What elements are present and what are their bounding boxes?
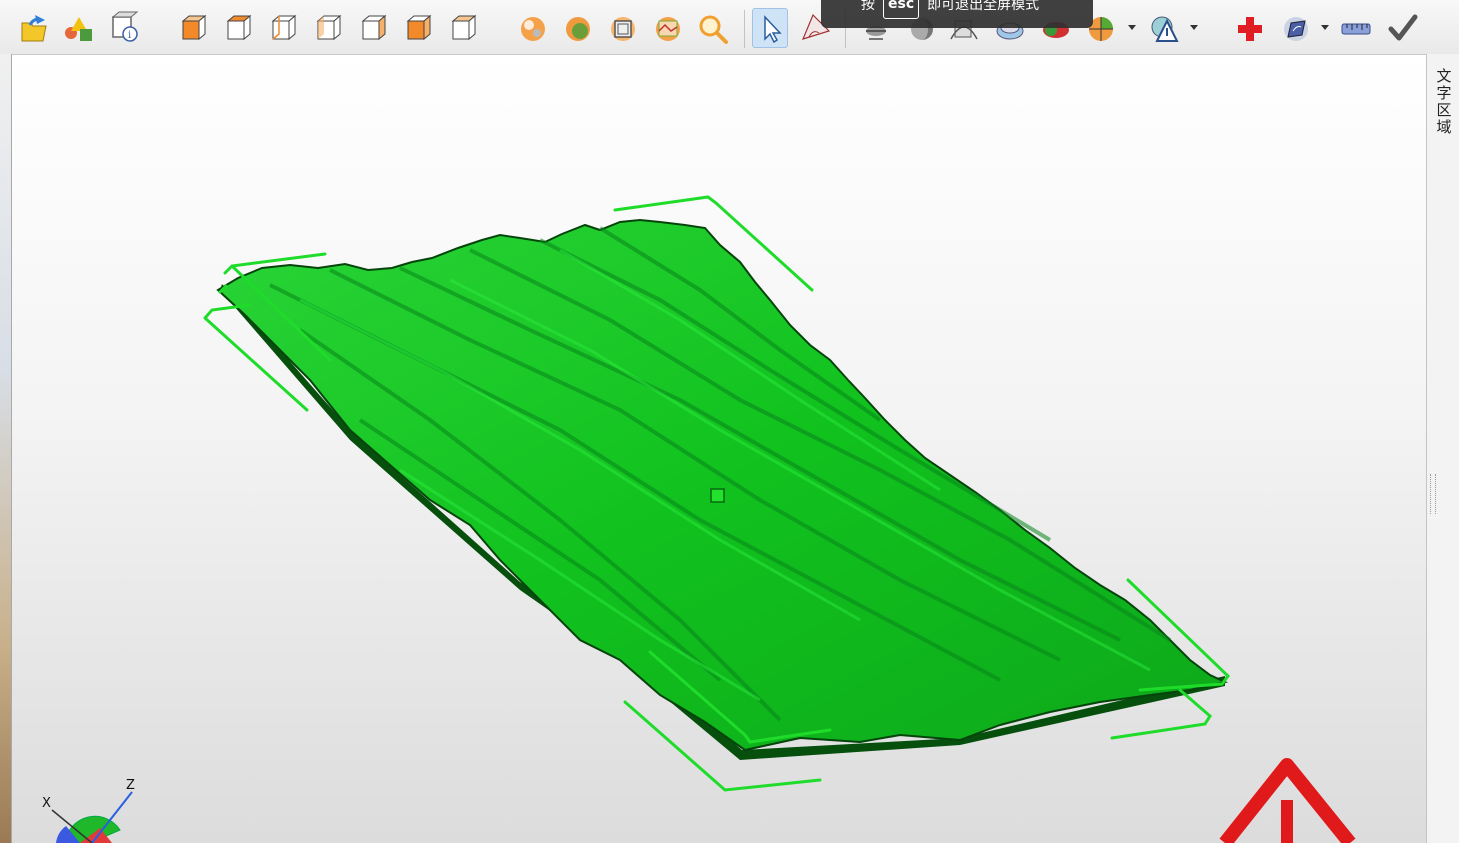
ruler-icon bbox=[1341, 23, 1371, 35]
terrain-mesh bbox=[216, 218, 1229, 752]
textured-icon bbox=[656, 17, 680, 41]
render-smooth-button[interactable] bbox=[560, 8, 596, 48]
info-icon: i bbox=[111, 11, 139, 42]
text-area-panel[interactable]: 文字区域 bbox=[1426, 54, 1459, 843]
esc-notice-suffix: 即可退出全屏模式 bbox=[927, 0, 1040, 13]
sphere-dropdown-arrow[interactable] bbox=[1128, 25, 1136, 30]
axis-z-label: Z bbox=[126, 778, 135, 793]
analysis-warning-icon bbox=[1151, 16, 1179, 42]
view-front-button[interactable] bbox=[221, 8, 257, 48]
view-back-button[interactable] bbox=[266, 8, 302, 48]
axis-x-label: X bbox=[42, 796, 51, 811]
magnifier-icon bbox=[699, 15, 728, 44]
analysis-dropdown-arrow[interactable] bbox=[1190, 25, 1198, 30]
select-button[interactable] bbox=[752, 8, 788, 48]
confirm-button[interactable] bbox=[1385, 8, 1421, 48]
axis-triad bbox=[51, 791, 133, 843]
left-window-edge bbox=[0, 54, 12, 843]
surface-dropdown-arrow[interactable] bbox=[1321, 25, 1329, 30]
wireframe-icon bbox=[611, 17, 635, 41]
render-wire-button[interactable] bbox=[605, 8, 641, 48]
folder-arrow-icon bbox=[21, 15, 47, 42]
text-area-panel-title: 文字区域 bbox=[1436, 67, 1452, 136]
cube-front-icon bbox=[226, 14, 252, 41]
cursor-arrow-icon bbox=[764, 15, 782, 44]
surface-tool-button[interactable] bbox=[1278, 8, 1314, 48]
shapes-icon bbox=[65, 17, 92, 41]
ruler-button[interactable] bbox=[1338, 8, 1374, 48]
selection-center-handle[interactable] bbox=[710, 488, 725, 503]
esc-notice-prefix: 按 bbox=[861, 0, 875, 13]
main-toolbar: i bbox=[0, 0, 1459, 55]
svg-text:i: i bbox=[128, 30, 131, 41]
cube-left-icon bbox=[316, 14, 342, 41]
checkmark-icon bbox=[1388, 14, 1418, 41]
view-iso-button[interactable] bbox=[176, 8, 212, 48]
cube-bottom-icon bbox=[451, 14, 477, 41]
primitives-button[interactable] bbox=[61, 8, 97, 48]
render-points-button[interactable] bbox=[515, 8, 551, 48]
open-file-button[interactable] bbox=[16, 8, 52, 48]
render-textured-button[interactable] bbox=[650, 8, 686, 48]
warning-sign-icon bbox=[1219, 758, 1356, 843]
cube-top-icon bbox=[406, 14, 432, 41]
analysis-button[interactable] bbox=[1146, 8, 1182, 48]
esc-key-badge: esc bbox=[883, 0, 920, 19]
surface-icon bbox=[1284, 17, 1308, 41]
toolbar-separator bbox=[744, 10, 745, 48]
view-right-button[interactable] bbox=[356, 8, 392, 48]
zoom-button[interactable] bbox=[695, 8, 731, 48]
add-button[interactable] bbox=[1232, 8, 1268, 48]
cube-back-icon bbox=[271, 14, 297, 41]
3d-viewport[interactable]: X Z bbox=[12, 55, 1426, 843]
smooth-shading-icon bbox=[566, 17, 590, 41]
fullscreen-exit-notice: 按 esc 即可退出全屏模式 bbox=[821, 0, 1093, 28]
cube-iso-icon bbox=[181, 14, 207, 41]
red-plus-icon bbox=[1238, 17, 1262, 41]
view-top-button[interactable] bbox=[401, 8, 437, 48]
points-icon bbox=[521, 17, 545, 41]
cube-right-icon bbox=[361, 14, 387, 41]
view-bottom-button[interactable] bbox=[446, 8, 482, 48]
terrain-scene bbox=[51, 195, 1356, 843]
panel-resize-grip[interactable] bbox=[1430, 474, 1436, 514]
view-left-button[interactable] bbox=[311, 8, 347, 48]
model-info-button[interactable]: i bbox=[107, 8, 143, 48]
